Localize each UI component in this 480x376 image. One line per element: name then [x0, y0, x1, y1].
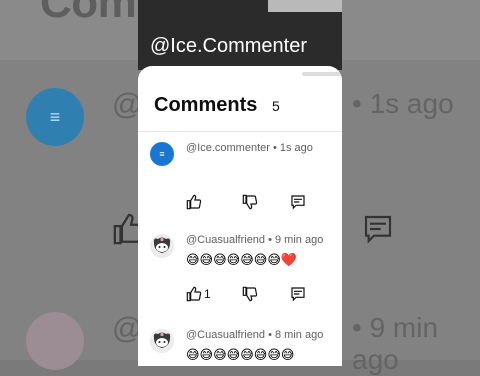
sheet-drag-handle[interactable] [302, 72, 342, 76]
video-preview-highlight [268, 0, 342, 12]
background-time-1: • 1s ago [352, 88, 454, 119]
comments-panel: Comments 5 ≡ @Ice.commenter • 1s ago @Cu… [138, 66, 342, 366]
thumbs-down-icon[interactable] [242, 286, 258, 302]
comment-actions: 1 [186, 286, 342, 302]
background-avatar-kuromi [26, 312, 84, 370]
comments-title: Comments [154, 94, 258, 116]
header-divider [138, 131, 342, 132]
comment-meta: @Ice.commenter • 1s ago [186, 142, 313, 154]
background-avatar-ice: ≡ [26, 88, 84, 146]
background-time-2: • 9 min ago [352, 312, 439, 375]
like-count: 1 [204, 287, 211, 301]
reply-icon[interactable] [290, 194, 306, 210]
comment-text: 😅😅😅😅😅😅😅❤️ [186, 252, 298, 267]
comment-meta: @Cuasualfriend • 9 min ago [186, 234, 324, 246]
background-reply-icon [364, 215, 392, 244]
thumbs-up-icon[interactable] [186, 286, 202, 302]
comment-actions [186, 194, 342, 210]
video-overlay-handle: @Ice.Commenter [150, 35, 308, 57]
comments-count: 5 [272, 98, 280, 114]
kuromi-avatar[interactable] [150, 234, 174, 258]
thumbs-down-icon[interactable] [242, 194, 258, 210]
reply-icon[interactable] [290, 286, 306, 302]
kuromi-avatar[interactable] [150, 329, 174, 353]
thumbs-up-icon[interactable] [186, 194, 202, 210]
ice-avatar[interactable]: ≡ [150, 142, 174, 166]
comment-meta: @Cuasualfriend • 8 min ago [186, 329, 324, 341]
comment-text: 😅😅😅😅😅😅😅😅 [186, 347, 295, 362]
